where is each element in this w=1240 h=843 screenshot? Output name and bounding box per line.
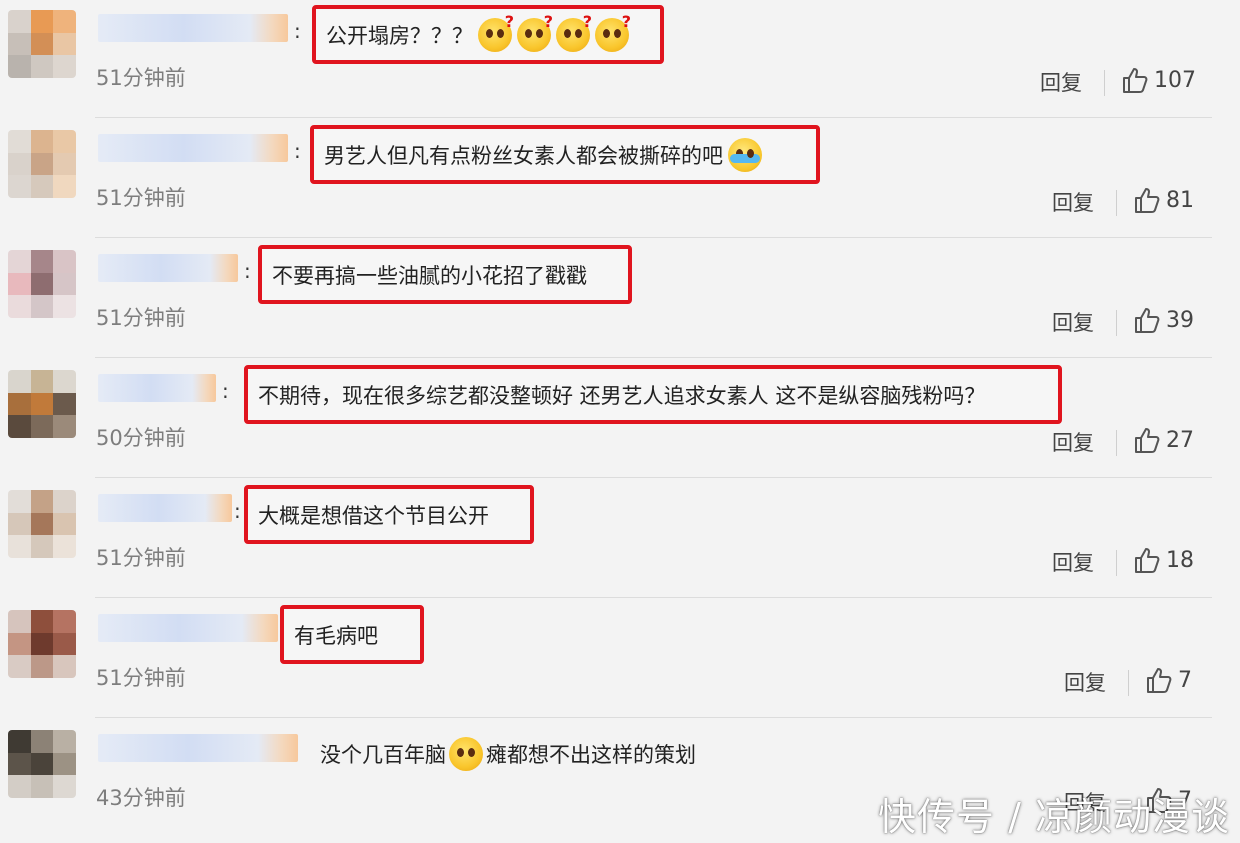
like-button[interactable]: 7 (1146, 666, 1192, 694)
comment-time: 51分钟前 (96, 186, 186, 210)
comment-item: : 不要再搞一些油腻的小花招了戳戳 51分钟前 回复 39 (0, 240, 1240, 361)
laugh-cry-icon (728, 137, 762, 172)
comment-text-content: 公开塌房？？？ (326, 23, 473, 48)
row-divider (95, 237, 1212, 238)
username[interactable] (98, 614, 278, 642)
like-button[interactable]: 107 (1122, 66, 1196, 94)
colon: : (234, 499, 241, 523)
reply-button[interactable]: 回复 (1052, 187, 1094, 217)
comment-text-content: 大概是想借这个节目公开 (258, 503, 489, 528)
like-count: 81 (1166, 187, 1194, 213)
username[interactable] (98, 494, 232, 522)
like-button[interactable]: 27 (1134, 426, 1194, 454)
row-divider (95, 717, 1212, 718)
comment-time: 51分钟前 (96, 546, 186, 570)
avatar[interactable] (8, 490, 76, 558)
comment-text: 有毛病吧 (280, 605, 424, 664)
colon: : (294, 19, 301, 43)
reply-button[interactable]: 回复 (1064, 667, 1106, 697)
dizzy-face-icon: ? (478, 12, 514, 52)
avatar[interactable] (8, 250, 76, 318)
colon: : (294, 139, 301, 163)
comment-time: 51分钟前 (96, 666, 186, 690)
dizzy-face-icon: ? (556, 12, 592, 52)
thumbs-up-icon (1123, 68, 1148, 93)
row-divider (95, 117, 1212, 118)
watermark: 快传号 / 凉颜动漫谈 (878, 795, 1230, 839)
divider (1128, 670, 1129, 696)
thumbs-up-icon (1135, 308, 1160, 333)
avatar[interactable] (8, 130, 76, 198)
comment-text-content: 不要再搞一些油腻的小花招了戳戳 (272, 263, 587, 288)
comment-time: 51分钟前 (96, 306, 186, 330)
comment-time: 50分钟前 (96, 426, 186, 450)
pleading-face-icon (449, 737, 483, 771)
comment-text: 不要再搞一些油腻的小花招了戳戳 (258, 245, 632, 304)
comment-item: : 男艺人但凡有点粉丝女素人都会被撕碎的吧 51分钟前 回复 81 (0, 120, 1240, 241)
row-divider (95, 477, 1212, 478)
avatar[interactable] (8, 10, 76, 78)
like-count: 7 (1178, 667, 1192, 693)
username[interactable] (98, 254, 238, 282)
like-count: 18 (1166, 547, 1194, 573)
row-divider (95, 357, 1212, 358)
reply-button[interactable]: 回复 (1052, 427, 1094, 457)
comment-text: 不期待，现在很多综艺都没整顿好 还男艺人追求女素人 这不是纵容脑残粉吗？ (244, 365, 1062, 424)
comment-item: : 公开塌房？？？ ? ? ? ? 51分钟前 回复 107 (0, 0, 1240, 121)
thumbs-up-icon (1135, 428, 1160, 453)
comment-text: 公开塌房？？？ ? ? ? ? (312, 5, 664, 64)
username[interactable] (98, 14, 288, 42)
comment-item: 有毛病吧 51分钟前 回复 7 (0, 600, 1240, 721)
divider (1104, 70, 1105, 96)
reply-button[interactable]: 回复 (1040, 67, 1082, 97)
comment-time: 43分钟前 (96, 786, 186, 810)
comment-text-content: 不期待，现在很多综艺都没整顿好 还男艺人追求女素人 这不是纵容脑残粉吗？ (258, 383, 986, 408)
comment-list: : 公开塌房？？？ ? ? ? ? 51分钟前 回复 107 : 男艺人但凡有点… (0, 0, 1240, 843)
thumbs-up-icon (1135, 548, 1160, 573)
comment-text-content: 有毛病吧 (294, 623, 378, 648)
divider (1116, 430, 1117, 456)
reply-button[interactable]: 回复 (1052, 307, 1094, 337)
thumbs-up-icon (1147, 668, 1172, 693)
username[interactable] (98, 734, 298, 762)
divider (1116, 310, 1117, 336)
row-divider (95, 597, 1212, 598)
like-count: 39 (1166, 307, 1194, 333)
dizzy-face-icon: ? (595, 12, 631, 52)
comment-item: : 大概是想借这个节目公开 51分钟前 回复 18 (0, 480, 1240, 601)
username[interactable] (98, 134, 288, 162)
avatar[interactable] (8, 370, 76, 438)
comment-item: : 不期待，现在很多综艺都没整顿好 还男艺人追求女素人 这不是纵容脑残粉吗？ 5… (0, 360, 1240, 481)
reply-button[interactable]: 回复 (1052, 547, 1094, 577)
colon: : (222, 379, 229, 403)
comment-text-content: 男艺人但凡有点粉丝女素人都会被撕碎的吧 (324, 143, 723, 168)
comment-text: 大概是想借这个节目公开 (244, 485, 534, 544)
avatar[interactable] (8, 610, 76, 678)
comment-text-part: 瘫都想不出这样的策划 (486, 743, 696, 767)
divider (1116, 550, 1117, 576)
like-count: 27 (1166, 427, 1194, 453)
dizzy-face-icon: ? (517, 12, 553, 52)
avatar[interactable] (8, 730, 76, 798)
comment-time: 51分钟前 (96, 66, 186, 90)
like-button[interactable]: 81 (1134, 186, 1194, 214)
comment-text: 男艺人但凡有点粉丝女素人都会被撕碎的吧 (310, 125, 820, 184)
like-button[interactable]: 39 (1134, 306, 1194, 334)
comment-text: 没个几百年脑 瘫都想不出这样的策划 (320, 737, 696, 771)
like-count: 107 (1154, 67, 1196, 93)
colon: : (244, 259, 251, 283)
username[interactable] (98, 374, 216, 402)
divider (1116, 190, 1117, 216)
like-button[interactable]: 18 (1134, 546, 1194, 574)
comment-text-part: 没个几百年脑 (320, 743, 446, 767)
thumbs-up-icon (1135, 188, 1160, 213)
